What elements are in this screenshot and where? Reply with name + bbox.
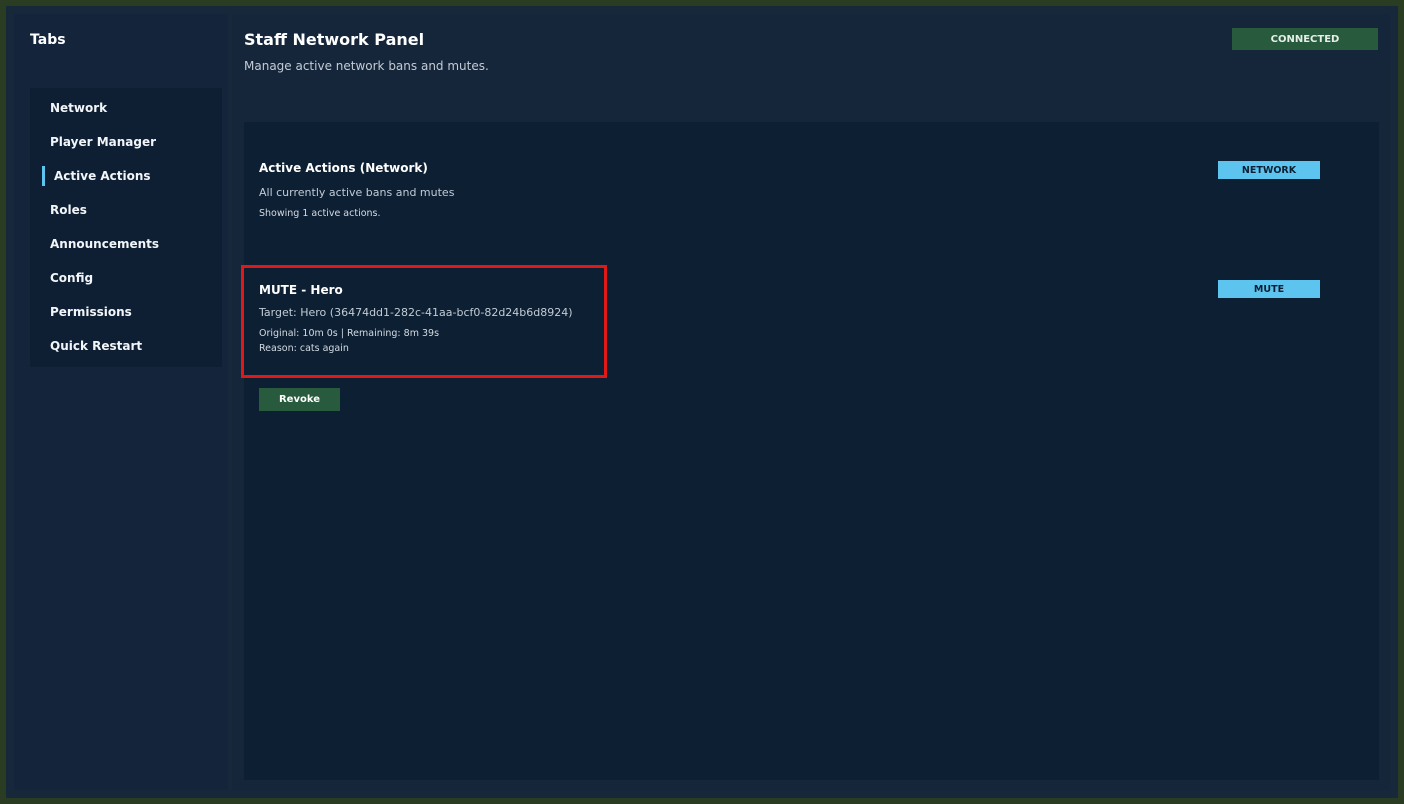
action-title: MUTE - Hero	[259, 283, 343, 297]
network-tag: NETWORK	[1218, 161, 1320, 179]
sidebar-item-config[interactable]: Config	[30, 261, 222, 295]
action-reason: Reason: cats again	[259, 343, 349, 354]
sidebar-item-roles[interactable]: Roles	[30, 193, 222, 227]
section-count: Showing 1 active actions.	[259, 208, 381, 219]
mute-tag: MUTE	[1218, 280, 1320, 298]
revoke-button[interactable]: Revoke	[259, 388, 340, 411]
sidebar-nav: Network Player Manager Active Actions Ro…	[30, 88, 222, 367]
connection-status-badge: CONNECTED	[1232, 28, 1378, 50]
main-panel: Staff Network Panel Manage active networ…	[232, 14, 1390, 790]
action-card: MUTE - Hero Target: Hero (36474dd1-282c-…	[241, 265, 607, 378]
page-title: Staff Network Panel	[244, 30, 425, 49]
section-title: Active Actions (Network)	[259, 161, 428, 175]
sidebar-item-quick-restart[interactable]: Quick Restart	[30, 329, 222, 363]
page-subtitle: Manage active network bans and mutes.	[244, 59, 489, 73]
active-actions-panel: Active Actions (Network) All currently a…	[241, 122, 1379, 780]
sidebar: Tabs Network Player Manager Active Actio…	[14, 14, 228, 790]
sidebar-title: Tabs	[30, 32, 66, 48]
sidebar-item-announcements[interactable]: Announcements	[30, 227, 222, 261]
app-frame: Tabs Network Player Manager Active Actio…	[6, 6, 1398, 798]
sidebar-item-permissions[interactable]: Permissions	[30, 295, 222, 329]
action-target: Target: Hero (36474dd1-282c-41aa-bcf0-82…	[259, 306, 573, 319]
action-timing: Original: 10m 0s | Remaining: 8m 39s	[259, 328, 440, 339]
sidebar-item-player-manager[interactable]: Player Manager	[30, 125, 222, 159]
sidebar-item-network[interactable]: Network	[30, 91, 222, 125]
section-description: All currently active bans and mutes	[259, 186, 455, 199]
sidebar-item-active-actions[interactable]: Active Actions	[30, 159, 222, 193]
